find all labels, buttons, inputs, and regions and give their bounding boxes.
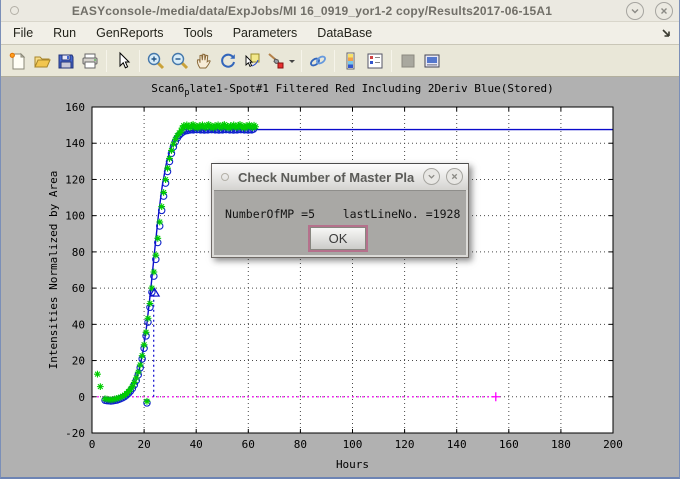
toolbar-separator xyxy=(391,50,392,72)
pan-icon[interactable] xyxy=(192,49,216,73)
x-tick-label: 60 xyxy=(242,438,255,451)
x-tick-label: 160 xyxy=(499,438,519,451)
y-tick-label: 80 xyxy=(72,246,85,259)
y-axis-label: Intensities Normalized by Area xyxy=(47,171,60,370)
x-tick-label: 180 xyxy=(551,438,571,451)
zoom-out-icon[interactable] xyxy=(168,49,192,73)
chevron-down-icon xyxy=(630,6,640,16)
easyconsole-window: EASYconsole-/media/data/ExpJobs/MI 16_09… xyxy=(0,0,680,479)
menu-item-tools[interactable]: Tools xyxy=(174,24,223,42)
menu-item-genreports[interactable]: GenReports xyxy=(86,24,173,42)
link-plots-icon[interactable] xyxy=(306,49,330,73)
x-tick-label: 200 xyxy=(603,438,623,451)
window-title: EASYconsole-/media/data/ExpJobs/MI 16_09… xyxy=(1,4,623,18)
x-tick-label: 80 xyxy=(294,438,307,451)
close-icon xyxy=(659,6,669,16)
minimize-button[interactable] xyxy=(626,2,644,20)
figure-toolbar xyxy=(1,45,679,77)
y-tick-label: 160 xyxy=(65,101,85,114)
y-tick-label: 100 xyxy=(65,210,85,223)
open-file-icon[interactable] xyxy=(30,49,54,73)
x-tick-label: 0 xyxy=(89,438,96,451)
plot-tools-dock-icon[interactable] xyxy=(420,49,444,73)
x-tick-label: 100 xyxy=(343,438,363,451)
toolbar-separator xyxy=(334,50,335,72)
dialog-message: NumberOfMP =5 lastLineNo. =1928 xyxy=(225,207,460,221)
y-tick-label: 60 xyxy=(72,282,85,295)
dock-arrow-icon[interactable] xyxy=(660,26,672,44)
y-tick-label: 0 xyxy=(78,391,85,404)
chevron-down-icon xyxy=(427,172,436,181)
data-cursor-icon[interactable] xyxy=(240,49,264,73)
y-tick-label: 140 xyxy=(65,137,85,150)
menu-item-file[interactable]: File xyxy=(3,24,43,42)
pointer-icon[interactable] xyxy=(111,49,135,73)
zoom-in-icon[interactable] xyxy=(144,49,168,73)
print-icon[interactable] xyxy=(78,49,102,73)
ok-button[interactable]: OK xyxy=(310,227,366,250)
toolbar-separator xyxy=(106,50,107,72)
toolbar-separator xyxy=(301,50,302,72)
dialog-body: NumberOfMP =5 lastLineNo. =1928 OK xyxy=(214,190,466,255)
plot-area: 0 20 40 60 80 100 120 140 160 180 200 -20 0 20 40 60 80 1… xyxy=(1,77,680,478)
brush-icon[interactable] xyxy=(264,49,288,73)
check-master-plates-dialog: Check Number of Master Pla NumberOfMP =5… xyxy=(211,163,469,258)
x-axis-label: Hours xyxy=(336,458,369,471)
new-document-icon[interactable] xyxy=(6,49,30,73)
insert-colorbar-icon[interactable] xyxy=(339,49,363,73)
y-tick-label: 40 xyxy=(72,318,85,331)
brush-dropdown-icon[interactable] xyxy=(288,57,297,65)
close-icon xyxy=(450,172,459,181)
plot-title: Scan6plate1-Spot#1 Filtered Red Includin… xyxy=(151,82,554,98)
y-tick-label: -20 xyxy=(65,427,85,440)
y-tick-label: 120 xyxy=(65,173,85,186)
x-tick-label: 40 xyxy=(190,438,203,451)
dialog-title: Check Number of Master Pla xyxy=(238,170,416,185)
dialog-window-menu-icon[interactable] xyxy=(221,173,229,181)
menu-item-parameters[interactable]: Parameters xyxy=(223,24,308,42)
plot-tools-off-icon[interactable] xyxy=(396,49,420,73)
dialog-titlebar[interactable]: Check Number of Master Pla xyxy=(212,164,468,190)
close-button[interactable] xyxy=(655,2,673,20)
menu-item-run[interactable]: Run xyxy=(43,24,86,42)
insert-legend-icon[interactable] xyxy=(363,49,387,73)
window-titlebar[interactable]: EASYconsole-/media/data/ExpJobs/MI 16_09… xyxy=(1,0,679,22)
toolbar-separator xyxy=(139,50,140,72)
dialog-minimize-button[interactable] xyxy=(423,168,440,185)
save-icon[interactable] xyxy=(54,49,78,73)
figure-canvas: 0 20 40 60 80 100 120 140 160 180 200 -20 0 20 40 60 80 1… xyxy=(1,77,679,477)
rotate-3d-icon[interactable] xyxy=(216,49,240,73)
dialog-close-button[interactable] xyxy=(446,168,463,185)
x-tick-label: 140 xyxy=(447,438,467,451)
x-tick-label: 120 xyxy=(395,438,415,451)
menu-bar: FileRunGenReportsToolsParametersDataBase xyxy=(1,22,679,45)
x-tick-label: 20 xyxy=(137,438,150,451)
menu-item-database[interactable]: DataBase xyxy=(307,24,382,42)
y-tick-label: 20 xyxy=(72,355,85,368)
